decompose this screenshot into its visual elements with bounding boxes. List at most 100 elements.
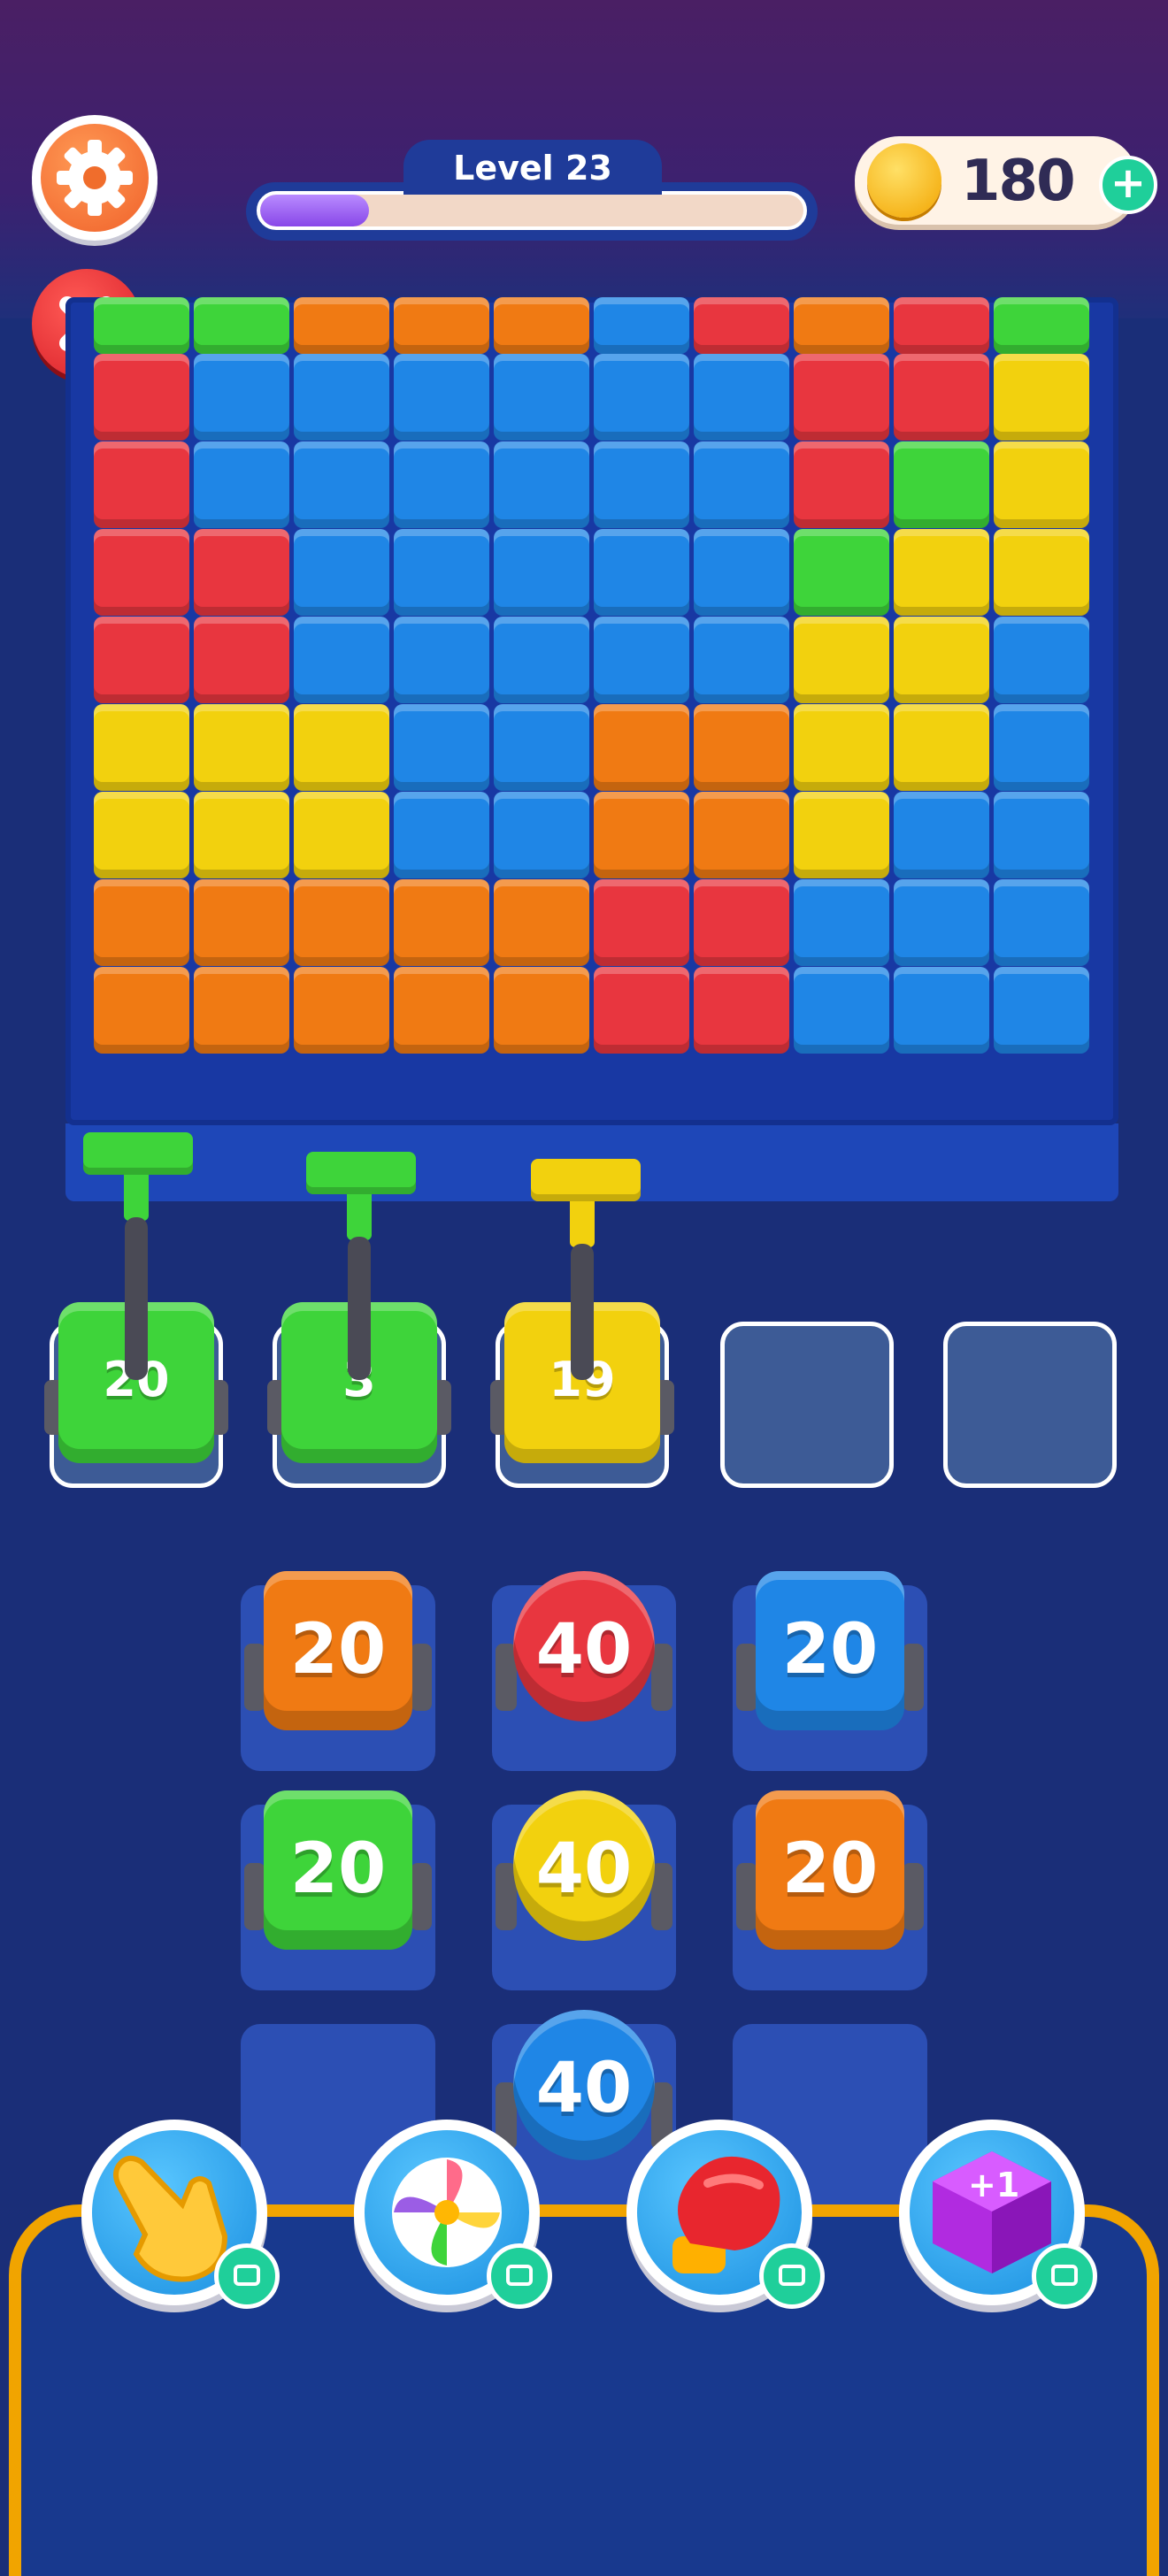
queue-round-collector[interactable]: 40 <box>513 1571 655 1721</box>
board-cell <box>394 617 489 703</box>
collector-pole-neck <box>347 1187 372 1240</box>
queue-wheel <box>411 1863 432 1930</box>
board-cell <box>94 354 189 441</box>
board-cell <box>894 879 989 966</box>
queue-round-collector[interactable]: 40 <box>513 2010 655 2160</box>
board-cell <box>594 529 689 616</box>
board-cell <box>194 879 289 966</box>
board-cell <box>194 354 289 441</box>
board-cell <box>994 879 1089 966</box>
add-coins-button[interactable]: + <box>1099 156 1157 214</box>
board-cell <box>594 967 689 1054</box>
booster-button[interactable] <box>626 2120 825 2309</box>
collector-pole <box>571 1244 594 1380</box>
board-cell <box>894 529 989 616</box>
board-cell <box>694 704 789 791</box>
queue-cart[interactable]: 20 <box>264 1790 412 1950</box>
board-cell <box>94 879 189 966</box>
board-cell <box>294 529 389 616</box>
board-cell <box>294 704 389 791</box>
board-cell <box>994 704 1089 791</box>
board-cell <box>894 354 989 441</box>
queue-wheel <box>244 1863 265 1930</box>
board-cell <box>594 354 689 441</box>
queue-wheel <box>736 1863 757 1930</box>
board-cell <box>794 617 889 703</box>
board-cell <box>294 792 389 878</box>
board-cell <box>694 617 789 703</box>
queue-wheel <box>244 1644 265 1711</box>
board-cell-top <box>794 297 889 354</box>
board-cell <box>794 441 889 528</box>
booster-button[interactable] <box>81 2120 280 2309</box>
board-cell <box>494 441 589 528</box>
board-cell-top <box>494 297 589 354</box>
board-cell-top <box>194 297 289 354</box>
board-cell <box>594 441 689 528</box>
board-cell <box>94 617 189 703</box>
queue-round-collector[interactable]: 40 <box>513 1790 655 1941</box>
board-cell <box>694 879 789 966</box>
queue-count: 40 <box>535 1829 633 1909</box>
board-cell <box>494 704 589 791</box>
queue-count: 20 <box>781 1610 879 1690</box>
video-ad-icon <box>1032 2243 1097 2309</box>
level-progress-track <box>257 191 807 230</box>
video-ad-icon <box>214 2243 280 2309</box>
board-cell <box>894 704 989 791</box>
board-cell <box>94 529 189 616</box>
booster-label: +1 <box>968 2166 1020 2204</box>
board-cell <box>294 967 389 1054</box>
board-cell <box>294 617 389 703</box>
queue-count: 40 <box>535 2049 633 2128</box>
booster-button[interactable]: +1 <box>899 2120 1097 2309</box>
board-cell <box>394 441 489 528</box>
queue-wheel <box>736 1644 757 1711</box>
settings-button-face <box>41 124 149 232</box>
board-cell <box>794 967 889 1054</box>
board-cell <box>394 967 489 1054</box>
collector-pole <box>125 1217 148 1380</box>
board-cell <box>794 704 889 791</box>
board-cell <box>194 792 289 878</box>
board-cell <box>194 617 289 703</box>
board-cell <box>594 792 689 878</box>
collector-head <box>306 1152 416 1194</box>
board-cell <box>894 617 989 703</box>
board-cell <box>394 529 489 616</box>
queue-cart[interactable]: 20 <box>264 1571 412 1730</box>
board-cell <box>694 441 789 528</box>
board-cell <box>494 967 589 1054</box>
board-cell <box>294 879 389 966</box>
board-cell <box>994 792 1089 878</box>
queue-count: 20 <box>289 1610 387 1690</box>
board-cell <box>594 879 689 966</box>
board-cell <box>594 704 689 791</box>
queue-wheel <box>903 1863 924 1930</box>
board-cell-top <box>894 297 989 354</box>
board-cell <box>494 354 589 441</box>
collector-pole <box>348 1237 371 1380</box>
queue-count: 20 <box>289 1829 387 1909</box>
board-cell <box>94 967 189 1054</box>
booster-button[interactable] <box>354 2120 552 2309</box>
board-cell <box>494 617 589 703</box>
board-cell <box>294 354 389 441</box>
queue-cart[interactable]: 20 <box>756 1790 904 1950</box>
board-cell <box>894 967 989 1054</box>
collector-head <box>83 1132 193 1175</box>
video-ad-icon <box>759 2243 825 2309</box>
board-cell <box>194 441 289 528</box>
settings-button[interactable] <box>32 115 158 241</box>
collector-slot <box>720 1322 894 1488</box>
board-cell <box>994 617 1089 703</box>
board-cell-top <box>994 297 1089 354</box>
level-title: Level 23 <box>403 140 662 195</box>
board-cell <box>994 967 1089 1054</box>
board-cell <box>394 792 489 878</box>
queue-cart[interactable]: 20 <box>756 1571 904 1730</box>
board-cell <box>994 529 1089 616</box>
board-cell <box>394 879 489 966</box>
queue-wheel <box>411 1644 432 1711</box>
collector-head <box>531 1159 641 1201</box>
